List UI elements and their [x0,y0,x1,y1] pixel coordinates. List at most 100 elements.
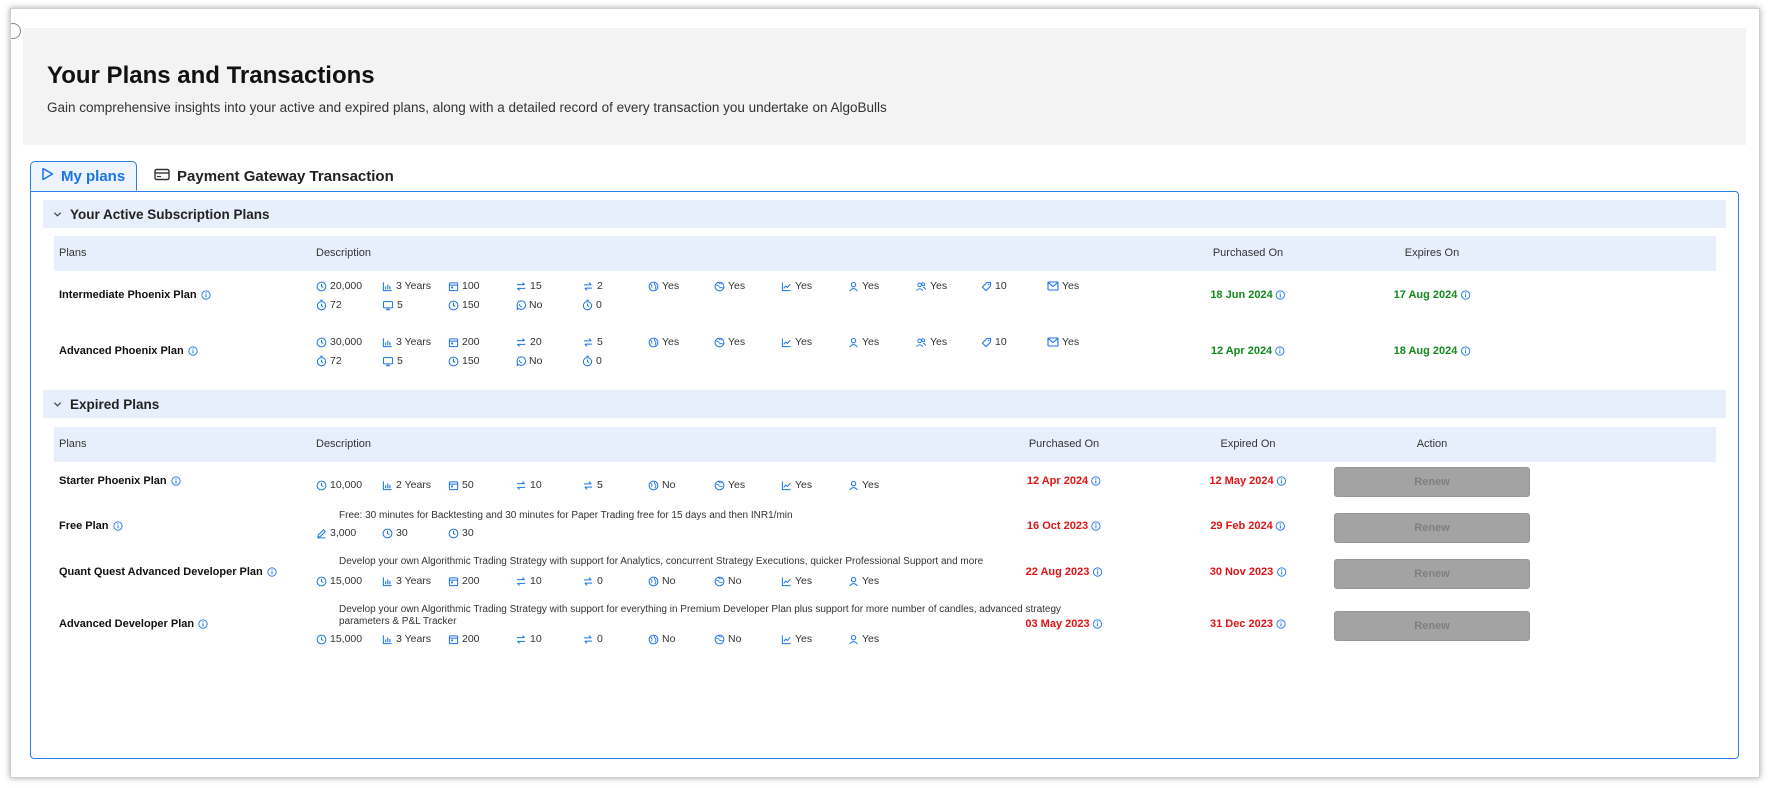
plan-feature-value: Yes [728,336,746,348]
info-icon[interactable] [1275,346,1285,356]
card-icon [154,168,177,185]
page-header: Your Plans and Transactions Gain compreh… [23,28,1746,145]
renew-button[interactable]: Renew [1334,467,1530,497]
whatsapp-icon [515,355,529,367]
info-icon[interactable] [267,567,277,577]
globe-icon [648,337,662,348]
bar-chart-icon [382,576,396,587]
plan-feature: Yes [848,633,879,645]
expiry-date: 17 Aug 2024 [1394,289,1471,301]
plan-feature-value: 3 Years [396,336,432,348]
info-icon[interactable] [200,290,211,300]
section-toggle-active-plans[interactable]: Your Active Subscription Plans [43,200,1726,228]
swap-icon [582,337,597,348]
info-icon[interactable] [1091,476,1101,486]
info-icon[interactable] [1276,290,1286,300]
info-icon[interactable] [1276,567,1286,577]
plan-feature-value: Yes [795,336,813,348]
page-subtitle: Gain comprehensive insights into your ac… [47,100,887,115]
plan-name: Free Plan [59,520,123,532]
plan-feature: Yes [848,336,879,348]
plan-feature: 3 Years [382,633,431,645]
plan-feature-value: Yes [862,336,880,348]
clock-icon [448,300,462,311]
plan-feature-value: 10 [530,479,542,491]
col-purchased-on: Purchased On [1028,438,1100,450]
purchased-date-text: 12 Apr 2024 [1210,345,1273,357]
plan-feature-value: Yes [1062,280,1080,292]
plan-feature: Yes [915,280,947,292]
expired-date-text: 31 Dec 2023 [1210,618,1273,630]
info-icon[interactable] [1460,290,1471,300]
plan-name: Starter Phoenix Plan [59,475,181,487]
expired-date-text: 30 Nov 2023 [1209,566,1274,578]
swap-icon [582,281,597,292]
plan-name-label: Advanced Developer Plan [59,618,195,630]
plan-feature: No [648,479,675,491]
info-icon[interactable] [1460,346,1471,356]
plan-feature: 15 [515,280,542,292]
info-icon[interactable] [1091,521,1101,531]
purchased-date: 18 Jun 2024 [1210,289,1286,301]
plan-name-label: Starter Phoenix Plan [59,475,167,487]
plan-feature-value: 20 [530,336,542,348]
info-icon[interactable] [1276,619,1286,629]
user-icon [848,634,862,645]
plan-feature-value: 10 [530,633,542,645]
clock-icon [448,528,462,539]
plan-feature: 72 [316,299,342,311]
plan-feature: No [515,299,542,311]
info-icon[interactable] [198,619,208,629]
purchased-date-text: 16 Oct 2023 [1026,520,1089,532]
plan-feature: 10 [981,280,1007,292]
info-icon[interactable] [170,476,181,486]
info-icon[interactable] [112,521,123,531]
info-icon[interactable] [1092,567,1103,577]
plan-description: Free: 30 minutes for Backtesting and 30 … [339,510,793,521]
renew-button[interactable]: Renew [1334,611,1530,641]
plan-feature: 200 [448,633,480,645]
plan-feature: Yes [714,479,745,491]
plan-feature-value: No [728,575,742,587]
section-toggle-expired-plans[interactable]: Expired Plans [43,390,1726,418]
swap-icon [582,576,597,587]
plan-feature-value: 100 [462,280,480,292]
expiry-date-text: 17 Aug 2024 [1393,289,1458,301]
tab-payment-gateway-transaction[interactable]: Payment Gateway Transaction [150,161,394,191]
plan-feature: 10,000 [316,479,362,491]
globe-icon [648,576,662,587]
plan-feature-value: No [662,479,676,491]
plan-feature-value: 200 [462,633,480,645]
tab-my-plans[interactable]: My plans [30,161,137,191]
info-icon[interactable] [1092,619,1103,629]
purchased-date-text: 22 Aug 2023 [1025,566,1090,578]
plan-name-label: Free Plan [59,520,109,532]
plan-feature-value: 15,000 [330,575,363,587]
expiry-date-text: 18 Aug 2024 [1393,345,1458,357]
window-corner-control[interactable] [11,23,21,39]
info-icon[interactable] [188,346,198,356]
table-row: Advanced Phoenix Plan 30,000 3 Years 200 20 5… [54,336,1716,388]
plan-feature-value: 5 [397,355,403,367]
globe-icon [648,480,662,491]
line-chart-icon [781,634,795,645]
plan-feature-value: 150 [462,299,480,311]
clock-icon [316,281,330,292]
plan-feature: Yes [714,336,745,348]
exchange-icon [515,634,530,645]
stopwatch-icon [316,355,330,367]
line-chart-icon [781,480,795,491]
plan-feature-value: 50 [462,479,474,491]
plan-feature-value: 5 [397,299,403,311]
plan-feature: 100 [448,280,480,292]
plan-feature-value: 10 [995,280,1007,292]
plan-name: Quant Quest Advanced Developer Plan [59,566,277,578]
renew-button[interactable]: Renew [1334,513,1530,543]
info-icon[interactable] [1276,476,1287,486]
stopwatch-icon [316,299,330,311]
renew-button[interactable]: Renew [1334,559,1530,589]
info-icon[interactable] [1276,521,1286,531]
plan-feature: 10 [515,633,542,645]
expired-date: 29 Feb 2024 [1210,520,1286,532]
purchased-date-text: 03 May 2023 [1025,618,1090,630]
